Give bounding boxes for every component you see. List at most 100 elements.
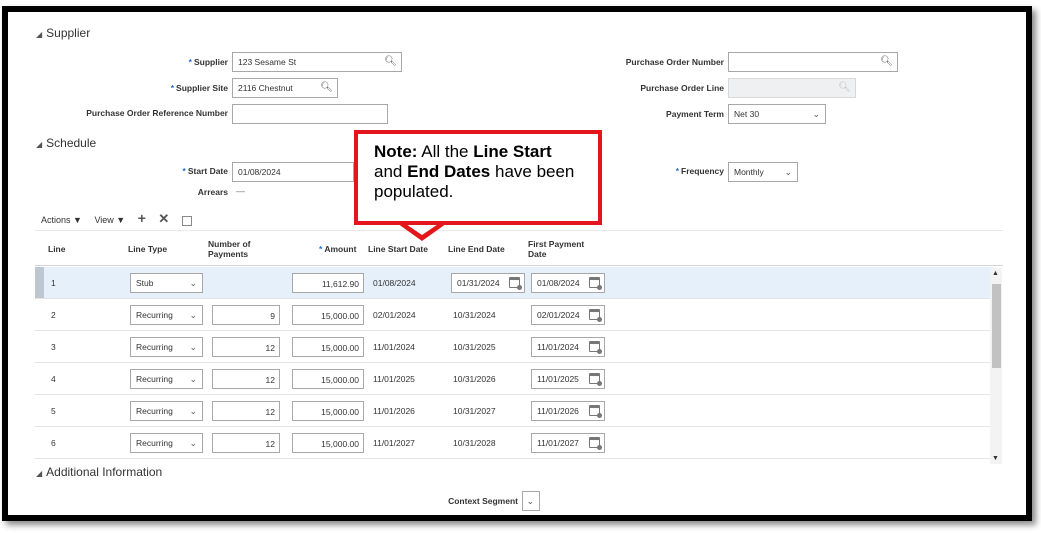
header-amount: * Amount: [319, 244, 357, 254]
chevron-down-icon: ⌄: [189, 438, 197, 448]
line-type-value: Recurring: [136, 438, 173, 448]
line-end-date-value: 01/31/2024: [457, 278, 500, 288]
calendar-icon[interactable]: [589, 373, 602, 386]
calendar-icon[interactable]: [589, 437, 602, 450]
add-icon[interactable]: +: [138, 210, 146, 226]
line-type-select[interactable]: Recurring ⌄: [130, 401, 203, 421]
first-payment-date-value: 01/08/2024: [537, 278, 580, 288]
scroll-up-icon[interactable]: ▲: [992, 270, 999, 277]
frequency-label: * Frequency: [675, 166, 724, 176]
table-row[interactable]: 5 Recurring ⌄ 12 15,000.00 11/01/2026 10/…: [35, 395, 993, 427]
amount-input[interactable]: 15,000.00: [292, 401, 364, 421]
payment-term-select[interactable]: Net 30 ⌄: [728, 104, 826, 124]
start-date-input[interactable]: 01/08/2024: [232, 162, 354, 182]
supplier-section-header[interactable]: ◢ Supplier: [36, 26, 90, 40]
amount-input[interactable]: 11,612.90: [292, 273, 364, 293]
view-menu[interactable]: View ▼: [94, 215, 125, 225]
additional-section-header[interactable]: ◢ Additional Information: [36, 465, 162, 479]
po-reference-input[interactable]: [232, 104, 388, 124]
line-type-select[interactable]: Recurring ⌄: [130, 305, 203, 325]
callout-bold-text: End Dates: [407, 162, 491, 181]
cell-line-end-date: 10/31/2024: [453, 310, 496, 320]
cell-line: 3: [51, 342, 56, 352]
table-scrollbar[interactable]: ▲ ▼: [990, 268, 1002, 464]
line-type-select[interactable]: Recurring ⌄: [130, 337, 203, 357]
callout-text: All the: [421, 142, 469, 161]
number-of-payments-input[interactable]: 12: [212, 401, 280, 421]
po-line-label: Purchase Order Line: [640, 83, 724, 93]
row-selection-marker: [35, 267, 44, 298]
first-payment-date-input[interactable]: 11/01/2024: [531, 337, 605, 357]
first-payment-date-input[interactable]: 01/08/2024: [531, 273, 605, 293]
context-segment-select[interactable]: ⌄: [522, 491, 540, 511]
frequency-select[interactable]: Monthly ⌄: [728, 162, 798, 182]
line-type-select[interactable]: Recurring ⌄: [130, 433, 203, 453]
line-type-value: Recurring: [136, 374, 173, 384]
cell-line-end-date: 10/31/2028: [453, 438, 496, 448]
first-payment-date-input[interactable]: 11/01/2027: [531, 433, 605, 453]
chevron-down-icon: ⌄: [189, 278, 197, 288]
scrollbar-thumb[interactable]: [992, 284, 1001, 368]
scroll-down-icon[interactable]: ▼: [992, 455, 999, 462]
calendar-icon[interactable]: [589, 277, 602, 290]
chevron-down-icon: ⌄: [189, 310, 197, 320]
cell-line-start-date: 11/01/2027: [373, 438, 415, 448]
cell-line: 4: [51, 374, 56, 384]
first-payment-date-input[interactable]: 11/01/2026: [531, 401, 605, 421]
actions-menu[interactable]: Actions ▼: [41, 215, 82, 225]
calendar-icon[interactable]: [509, 277, 522, 290]
number-of-payments-input[interactable]: 12: [212, 369, 280, 389]
header-line-type: Line Type: [128, 244, 168, 254]
note-callout: Note: All the Line Start and End Dates h…: [354, 130, 602, 225]
amount-input[interactable]: 15,000.00: [292, 305, 364, 325]
supplier-input[interactable]: 123 Sesame St 🔍︎: [232, 52, 402, 72]
line-end-date-input[interactable]: 01/31/2024: [451, 273, 525, 293]
amount-input[interactable]: 15,000.00: [292, 369, 364, 389]
calendar-icon[interactable]: [589, 341, 602, 354]
table-header: Line Line Type Number of Payments * Amoun…: [35, 230, 1003, 266]
number-of-payments-input[interactable]: 12: [212, 433, 280, 453]
callout-bold-text: Line Start: [473, 142, 552, 161]
cell-line-start-date: 11/01/2025: [373, 374, 415, 384]
cell-line-start-date: 11/01/2024: [373, 342, 415, 352]
cell-line-start-date: 11/01/2026: [373, 406, 415, 416]
table-row[interactable]: 4 Recurring ⌄ 12 15,000.00 11/01/2025 10/…: [35, 363, 993, 395]
line-type-select[interactable]: Recurring ⌄: [130, 369, 203, 389]
arrears-value: —: [236, 186, 245, 196]
first-payment-date-input[interactable]: 11/01/2025: [531, 369, 605, 389]
calendar-icon[interactable]: [589, 309, 602, 322]
search-icon[interactable]: 🔍︎: [320, 79, 333, 97]
table-row[interactable]: 2 Recurring ⌄ 9 15,000.00 02/01/2024 10/3…: [35, 299, 993, 331]
search-icon[interactable]: 🔍︎: [880, 53, 893, 71]
line-type-value: Recurring: [136, 342, 173, 352]
amount-input[interactable]: 15,000.00: [292, 337, 364, 357]
collapse-triangle-icon: ◢: [36, 469, 43, 478]
detach-icon[interactable]: [181, 215, 192, 226]
line-type-select[interactable]: Stub ⌄: [130, 273, 203, 293]
supplier-site-input[interactable]: 2116 Chestnut 🔍︎: [232, 78, 338, 98]
line-type-value: Stub: [136, 278, 154, 288]
search-icon[interactable]: 🔍︎: [384, 53, 397, 71]
calendar-icon[interactable]: [589, 405, 602, 418]
start-date-label: * Start Date: [182, 166, 228, 176]
schedule-section-header[interactable]: ◢ Schedule: [36, 136, 96, 150]
number-of-payments-input[interactable]: 12: [212, 337, 280, 357]
cell-line-start-date: 02/01/2024: [373, 310, 416, 320]
amount-input[interactable]: 15,000.00: [292, 433, 364, 453]
first-payment-date-value: 11/01/2026: [537, 406, 579, 416]
first-payment-date-input[interactable]: 02/01/2024: [531, 305, 605, 325]
table-row[interactable]: 6 Recurring ⌄ 12 15,000.00 11/01/2027 10/…: [35, 427, 993, 459]
delete-icon[interactable]: ✕: [158, 211, 169, 227]
callout-note-label: Note:: [374, 142, 418, 161]
po-number-input[interactable]: 🔍︎: [728, 52, 898, 72]
cell-line: 1: [51, 278, 56, 288]
number-of-payments-input[interactable]: 9: [212, 305, 280, 325]
table-row[interactable]: 3 Recurring ⌄ 12 15,000.00 11/01/2024 10/…: [35, 331, 993, 363]
context-segment-label: Context Segment: [448, 496, 518, 506]
chevron-down-icon: ⌄: [526, 496, 534, 506]
supplier-value: 123 Sesame St: [238, 57, 297, 67]
chevron-down-icon: ⌄: [784, 167, 792, 177]
cell-line-end-date: 10/31/2025: [453, 342, 496, 352]
payment-term-label: Payment Term: [666, 109, 724, 119]
table-row[interactable]: 1 Stub ⌄ 11,612.90 01/08/2024 01/31/2024 …: [35, 267, 993, 299]
